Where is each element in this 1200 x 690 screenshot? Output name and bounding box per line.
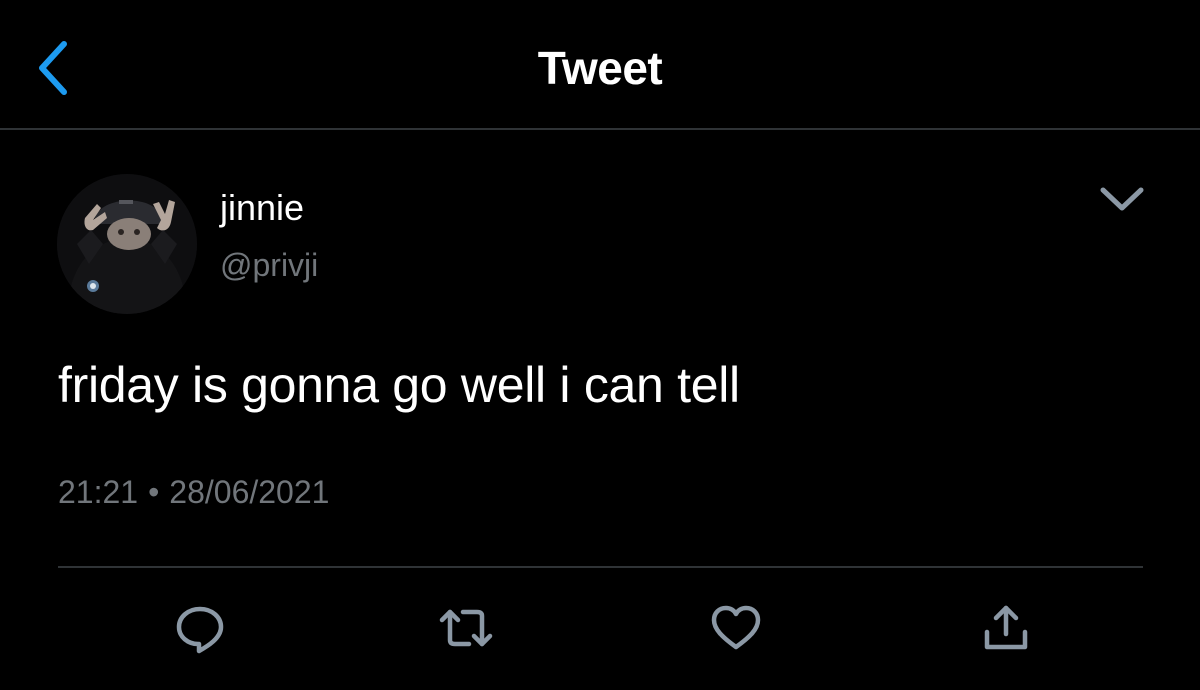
tweet-text: friday is gonna go well i can tell xyxy=(58,357,740,413)
avatar[interactable] xyxy=(57,174,197,314)
like-icon xyxy=(711,605,761,650)
page-title: Tweet xyxy=(537,42,663,94)
retweet-icon xyxy=(439,609,493,647)
tweet-timestamp: 21:21 • 28/06/2021 xyxy=(58,472,329,512)
share-icon xyxy=(984,605,1028,650)
tweet-date: 28/06/2021 xyxy=(169,474,330,510)
more-options-button[interactable] xyxy=(1094,178,1150,218)
tweet-time: 21:21 xyxy=(58,474,139,510)
top-bar: Tweet xyxy=(0,0,1200,130)
meta-separator: • xyxy=(148,474,160,510)
share-button[interactable] xyxy=(976,600,1036,656)
reply-icon xyxy=(176,606,224,654)
avatar-photo xyxy=(57,174,197,314)
display-name[interactable]: jinnie xyxy=(220,186,304,230)
user-handle[interactable]: @privji xyxy=(220,245,318,285)
retweet-button[interactable] xyxy=(436,600,496,656)
chevron-down-icon xyxy=(1100,187,1144,211)
reply-button[interactable] xyxy=(170,600,230,656)
like-button[interactable] xyxy=(706,600,766,656)
divider xyxy=(58,566,1143,568)
